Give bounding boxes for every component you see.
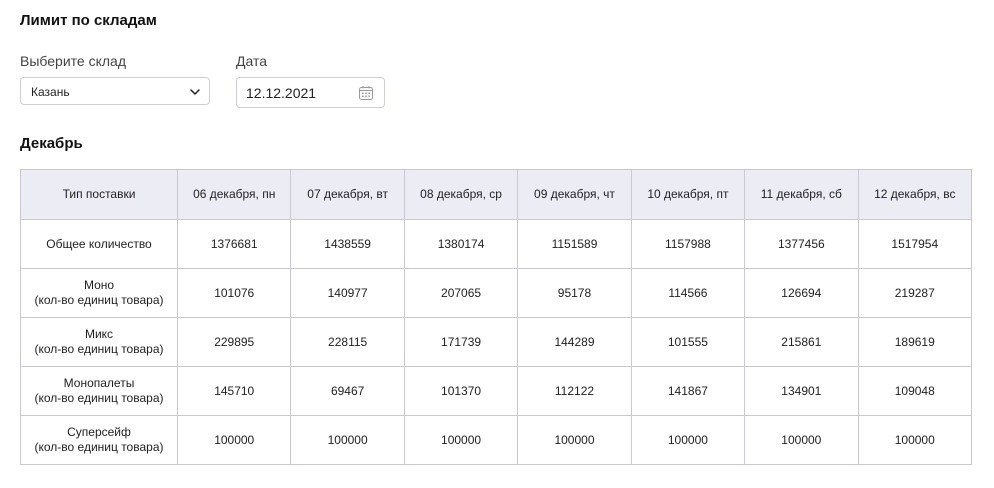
column-header-day: 10 декабря, пт <box>630 169 746 220</box>
table-row-mix: Микс (кол-во единиц товара) 229895 22811… <box>20 317 973 367</box>
date-input[interactable] <box>246 83 351 103</box>
limit-cell: 101555 <box>630 317 746 367</box>
limit-cell: 207065 <box>403 268 519 318</box>
limit-cell: 189619 <box>857 317 973 367</box>
row-type-unit: (кол-во единиц товара) <box>34 440 164 454</box>
row-type-label: Монопалеты <box>63 376 135 390</box>
table-row-total: Общее количество 1376681 1438559 1380174… <box>20 219 973 269</box>
limit-cell: 69467 <box>290 366 405 416</box>
limit-cell: 1438559 <box>290 219 405 269</box>
limit-cell: 114566 <box>630 268 746 318</box>
limit-cell: 95178 <box>517 268 632 318</box>
table-row-mono: Моно (кол-во единиц товара) 101076 14097… <box>20 268 973 318</box>
chevron-down-icon <box>190 89 200 95</box>
limit-cell: 1157988 <box>630 219 746 269</box>
limit-cell: 100000 <box>744 415 859 465</box>
page-title: Лимит по складам <box>20 12 157 29</box>
row-type-unit: (кол-во единиц товара) <box>34 293 164 307</box>
row-type-label: Общее количество <box>46 236 152 251</box>
warehouse-select[interactable]: Казань <box>20 77 210 105</box>
limit-cell: 215861 <box>744 317 859 367</box>
limit-cell: 1376681 <box>176 219 292 269</box>
limit-cell: 141867 <box>630 366 746 416</box>
limit-cell: 219287 <box>857 268 973 318</box>
limit-cell: 100000 <box>630 415 746 465</box>
warehouse-label: Выберите склад <box>20 53 126 69</box>
row-type-label: Моно <box>83 278 115 292</box>
limit-cell: 1377456 <box>744 219 859 269</box>
limit-cell: 144289 <box>517 317 632 367</box>
row-type-cell: Микс (кол-во единиц товара) <box>20 317 178 367</box>
row-type-label: Суперсейф <box>67 425 131 439</box>
limit-cell: 1517954 <box>857 219 973 269</box>
date-label: Дата <box>236 53 268 69</box>
column-header-day: 11 декабря, сб <box>744 169 859 220</box>
limit-cell: 100000 <box>176 415 292 465</box>
limit-cell: 112122 <box>517 366 632 416</box>
limit-cell: 171739 <box>403 317 519 367</box>
limit-cell: 228115 <box>290 317 405 367</box>
column-header-day: 06 декабря, пн <box>176 169 292 220</box>
row-type-unit: (кол-во единиц товара) <box>34 391 164 405</box>
row-type-cell: Моно (кол-во единиц товара) <box>20 268 178 318</box>
limit-cell: 101370 <box>403 366 519 416</box>
warehouse-select-value: Казань <box>31 85 70 99</box>
limit-cell: 100000 <box>857 415 973 465</box>
column-header-day: 08 декабря, ср <box>403 169 519 220</box>
calendar-icon[interactable] <box>358 85 374 101</box>
limit-cell: 100000 <box>290 415 405 465</box>
limit-cell: 1380174 <box>403 219 519 269</box>
date-field[interactable] <box>236 77 385 108</box>
limit-cell: 100000 <box>403 415 519 465</box>
column-header-day: 07 декабря, вт <box>290 169 405 220</box>
table-row-monopallets: Монопалеты (кол-во единиц товара) 145710… <box>20 366 973 416</box>
limit-cell: 1151589 <box>517 219 632 269</box>
column-header-day: 12 декабря, вс <box>857 169 973 220</box>
limits-table: Тип поставки 06 декабря, пн 07 декабря, … <box>20 169 973 465</box>
row-type-cell: Монопалеты (кол-во единиц товара) <box>20 366 178 416</box>
row-type-unit: (кол-во единиц товара) <box>34 342 164 356</box>
limit-cell: 140977 <box>290 268 405 318</box>
table-header-row: Тип поставки 06 декабря, пн 07 декабря, … <box>20 169 973 220</box>
column-header-type: Тип поставки <box>20 169 178 220</box>
table-row-supersafe: Суперсейф (кол-во единиц товара) 100000 … <box>20 415 973 465</box>
month-title: Декабрь <box>20 135 83 152</box>
limit-cell: 229895 <box>176 317 292 367</box>
limit-cell: 126694 <box>744 268 859 318</box>
limit-cell: 134901 <box>744 366 859 416</box>
row-type-label: Микс <box>84 327 114 341</box>
limit-cell: 145710 <box>176 366 292 416</box>
column-header-day: 09 декабря, чт <box>517 169 632 220</box>
limit-cell: 101076 <box>176 268 292 318</box>
row-type-cell: Общее количество <box>20 219 178 269</box>
limit-cell: 100000 <box>517 415 632 465</box>
row-type-cell: Суперсейф (кол-во единиц товара) <box>20 415 178 465</box>
limit-cell: 109048 <box>857 366 973 416</box>
